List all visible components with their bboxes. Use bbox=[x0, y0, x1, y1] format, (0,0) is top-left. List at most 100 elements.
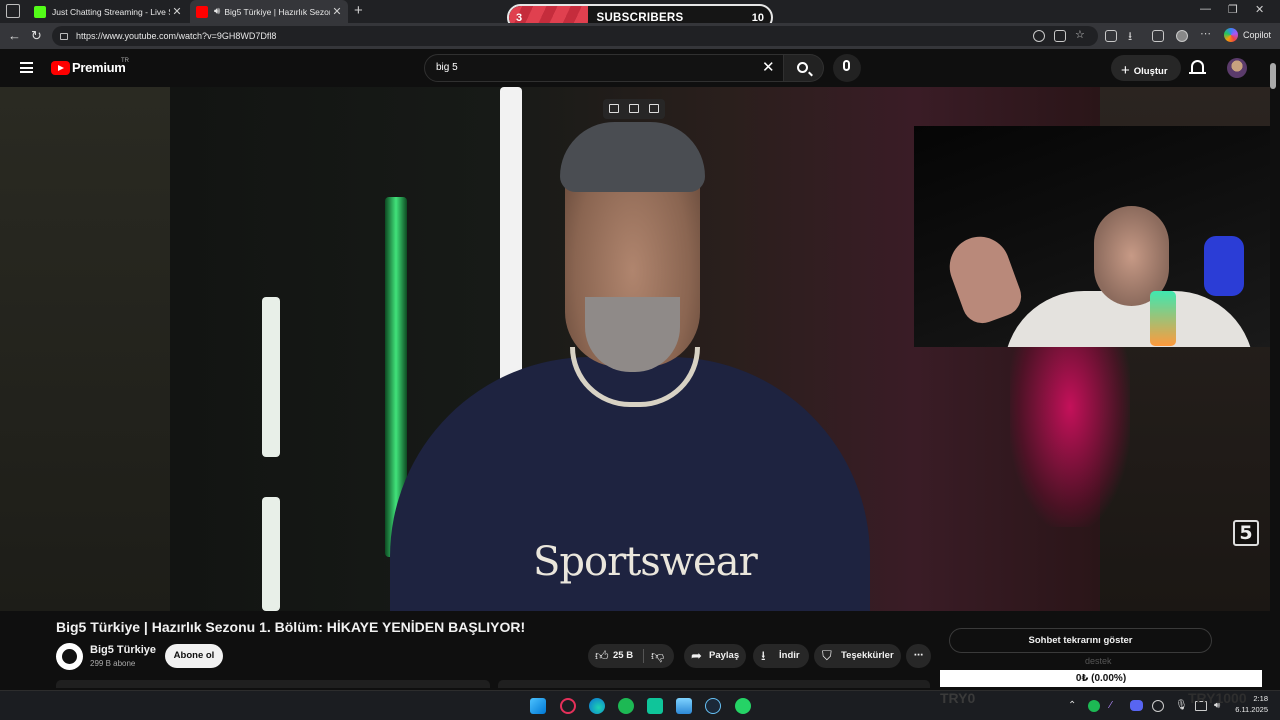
tray-mic-icon[interactable]: 🎙︎ bbox=[1175, 700, 1188, 711]
tab-just-chatting[interactable]: Just Chatting Streaming - Live St ✕ bbox=[28, 0, 188, 23]
share-label: Paylaş bbox=[709, 650, 740, 661]
support-label: destek bbox=[1085, 656, 1112, 666]
page-scrollbar[interactable] bbox=[1270, 63, 1276, 89]
white-light-tube bbox=[262, 497, 280, 611]
search-input[interactable]: big 5 bbox=[424, 54, 784, 82]
refresh-icon[interactable]: ↻ bbox=[31, 28, 42, 44]
tab-title: Just Chatting Streaming - Live St bbox=[52, 6, 170, 17]
video-title: Big5 Türkiye | Hazırlık Sezonu 1. Bölüm:… bbox=[56, 619, 526, 635]
close-tab-icon[interactable]: ✕ bbox=[170, 5, 184, 18]
like-count[interactable]: 25 B bbox=[613, 644, 633, 668]
thanks-button[interactable]: ⛉ Teşekkürler bbox=[814, 644, 901, 668]
store-icon[interactable] bbox=[647, 698, 663, 714]
more-icon: ⋯ bbox=[913, 650, 924, 661]
streamer-plush-toy bbox=[1204, 236, 1244, 296]
host-hair bbox=[560, 122, 705, 192]
related-card[interactable] bbox=[498, 680, 930, 688]
clear-search-icon[interactable]: ✕ bbox=[762, 58, 775, 76]
channel-name[interactable]: Big5 Türkiye bbox=[90, 644, 156, 656]
more-menu-icon[interactable]: ⋯ bbox=[1200, 27, 1212, 40]
donation-goal-ghost-text: TRY1000 bbox=[1188, 690, 1247, 706]
close-window-icon[interactable]: ✕ bbox=[1255, 3, 1264, 16]
youtube-premium-logo[interactable]: Premium bbox=[72, 60, 126, 75]
youtube-icon bbox=[196, 5, 208, 18]
channel-subscriber-count: 299 B abone bbox=[90, 659, 136, 668]
microphone-icon bbox=[843, 60, 850, 71]
downloads-icon[interactable]: ⭳ bbox=[1128, 27, 1140, 43]
tray-pen-icon[interactable]: ⁄ bbox=[1110, 700, 1112, 711]
tray-discord-icon[interactable] bbox=[1130, 700, 1143, 711]
edit-image-icon[interactable] bbox=[649, 104, 659, 113]
copilot-label: Copilot bbox=[1243, 30, 1272, 40]
copilot-icon bbox=[1224, 28, 1238, 42]
close-tab-icon[interactable]: ✕ bbox=[330, 5, 344, 18]
new-tab-button[interactable]: + bbox=[354, 2, 363, 19]
description-card[interactable] bbox=[56, 680, 490, 688]
donation-currency-label: TRY0 bbox=[940, 690, 976, 706]
address-toolbar: ← ↻ https://www.youtube.com/watch?v=9GH8… bbox=[0, 23, 1280, 49]
translate-icon[interactable] bbox=[1033, 30, 1045, 42]
donation-goal-bar: 0₺ (0.00%) bbox=[940, 670, 1262, 687]
notifications-bell-icon[interactable] bbox=[1189, 60, 1206, 74]
copilot-button[interactable]: Copilot bbox=[1224, 28, 1271, 42]
download-label: İndir bbox=[779, 650, 800, 661]
search-icon bbox=[797, 62, 808, 73]
extensions-icon[interactable] bbox=[1105, 30, 1117, 42]
streamer-webcam bbox=[914, 126, 1270, 347]
search-button[interactable] bbox=[784, 54, 824, 82]
youtube-logo-icon[interactable] bbox=[51, 61, 70, 75]
download-button[interactable]: ⭳ İndir bbox=[753, 644, 809, 668]
show-chat-replay-button[interactable]: Sohbet tekrarını göster bbox=[949, 628, 1212, 653]
tray-steam-icon[interactable] bbox=[1152, 700, 1164, 712]
windows-taskbar: ⌃ ⁄ 🎙︎ 🔊︎ 2:18 6.11.2025 bbox=[0, 690, 1280, 720]
whatsapp-icon[interactable] bbox=[735, 698, 751, 714]
edge-icon[interactable] bbox=[589, 698, 605, 714]
screenshot-icon[interactable] bbox=[1152, 30, 1164, 42]
channel-avatar[interactable] bbox=[56, 643, 83, 670]
thanks-icon: ⛉ bbox=[822, 648, 832, 663]
video-player[interactable]: Sportswear 5 bbox=[0, 87, 1270, 611]
streamer-microphone bbox=[1150, 291, 1176, 346]
visual-search-icon[interactable] bbox=[609, 104, 619, 113]
speaker-icon[interactable]: 🔊︎ bbox=[214, 6, 220, 17]
tray-overflow-icon[interactable]: ⌃ bbox=[1068, 700, 1076, 711]
tab-big5[interactable]: 🔊︎ Big5 Türkiye | Hazırlık Sezonu ✕ bbox=[190, 0, 348, 23]
share-button[interactable]: ➦ Paylaş bbox=[684, 644, 746, 668]
account-avatar[interactable] bbox=[1227, 58, 1247, 78]
share-icon: ➦ bbox=[691, 648, 702, 663]
region-code: TR bbox=[121, 58, 129, 64]
opera-icon[interactable] bbox=[560, 698, 576, 714]
like-icon[interactable]: 👍︎ bbox=[595, 644, 609, 668]
video-side-blur bbox=[0, 87, 170, 611]
spotify-icon[interactable] bbox=[618, 698, 634, 714]
url-field[interactable]: https://www.youtube.com/watch?v=9GH8WD7D… bbox=[52, 26, 1098, 46]
profile-icon[interactable] bbox=[1176, 30, 1188, 42]
host-figure: Sportswear bbox=[390, 122, 870, 611]
favorite-star-icon[interactable]: ☆ bbox=[1075, 28, 1087, 41]
create-button[interactable]: + Oluştur bbox=[1111, 55, 1181, 81]
steam-icon[interactable] bbox=[705, 698, 721, 714]
more-actions-button[interactable]: ⋯ bbox=[906, 644, 931, 668]
subscribe-button[interactable]: Abone ol bbox=[165, 644, 223, 668]
tray-spotify-icon[interactable] bbox=[1088, 700, 1100, 712]
start-icon[interactable] bbox=[530, 698, 546, 714]
channel-watermark-icon[interactable]: 5 bbox=[1233, 520, 1259, 546]
youtube-header: Premium TR big 5 ✕ + Oluştur bbox=[0, 49, 1280, 87]
streamer-waving-hand bbox=[941, 228, 1027, 329]
shirt-print: Sportswear bbox=[533, 539, 758, 585]
site-info-icon[interactable] bbox=[60, 33, 68, 40]
voice-search-button[interactable] bbox=[833, 54, 861, 82]
like-divider bbox=[643, 649, 644, 663]
photos-icon[interactable] bbox=[676, 698, 692, 714]
video-popout-icon[interactable] bbox=[629, 104, 639, 113]
menu-icon[interactable] bbox=[20, 62, 33, 73]
like-dislike-pill: 👍︎ 25 B 👎︎ bbox=[588, 644, 674, 668]
restore-icon[interactable]: ❐ bbox=[1228, 3, 1238, 16]
minimize-icon[interactable]: — bbox=[1200, 3, 1211, 15]
dislike-icon[interactable]: 👎︎ bbox=[651, 644, 664, 668]
back-icon[interactable]: ← bbox=[8, 28, 21, 43]
tab-actions-icon[interactable] bbox=[6, 4, 20, 18]
app-available-icon[interactable] bbox=[1054, 30, 1066, 42]
download-icon: ⭳ bbox=[761, 648, 766, 663]
image-tools-overlay[interactable] bbox=[603, 99, 665, 119]
